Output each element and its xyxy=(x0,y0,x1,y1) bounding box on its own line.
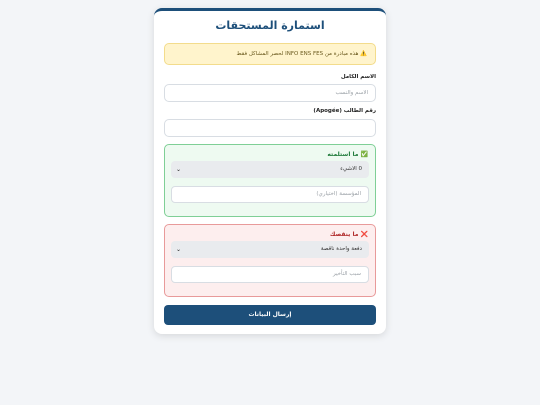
full-name-field[interactable]: الاسم والنسب xyxy=(164,84,376,102)
missing-panel: ❌ ما ينقصك دفعة واحدة ناقصة ⌄ سبب التأخي… xyxy=(164,224,376,297)
institution-field[interactable]: المؤسسة (اختياري) xyxy=(171,186,369,203)
submit-button[interactable]: إرسال البيانات xyxy=(164,305,376,325)
chevron-down-icon: ⌄ xyxy=(176,246,182,253)
chevron-down-icon: ⌄ xyxy=(176,166,182,173)
received-select[interactable]: 0 الاشيء ⌄ xyxy=(171,161,369,178)
page-title: استمارة المستحقات xyxy=(215,19,325,32)
missing-selected-value: دفعة واحدة ناقصة xyxy=(320,246,362,252)
full-name-label: الاسم الكامل xyxy=(340,74,376,80)
form-card: استمارة المستحقات ⚠️ هذه مبادرة من INFO … xyxy=(154,8,386,334)
received-title: ✅ ما استلمته xyxy=(327,151,368,158)
delay-reason-field[interactable]: سبب التأخير xyxy=(171,266,369,283)
apogee-field[interactable] xyxy=(164,119,376,137)
missing-select[interactable]: دفعة واحدة ناقصة ⌄ xyxy=(171,241,369,258)
apogee-label: رقم الطالب (Apogée) xyxy=(313,108,376,114)
notice-banner: ⚠️ هذه مبادرة من INFO ENS FES لحصر المشا… xyxy=(164,43,376,65)
received-panel: ✅ ما استلمته 0 الاشيء ⌄ المؤسسة (اختياري… xyxy=(164,144,376,217)
missing-title: ❌ ما ينقصك xyxy=(329,231,368,238)
received-selected-value: 0 الاشيء xyxy=(340,166,362,172)
